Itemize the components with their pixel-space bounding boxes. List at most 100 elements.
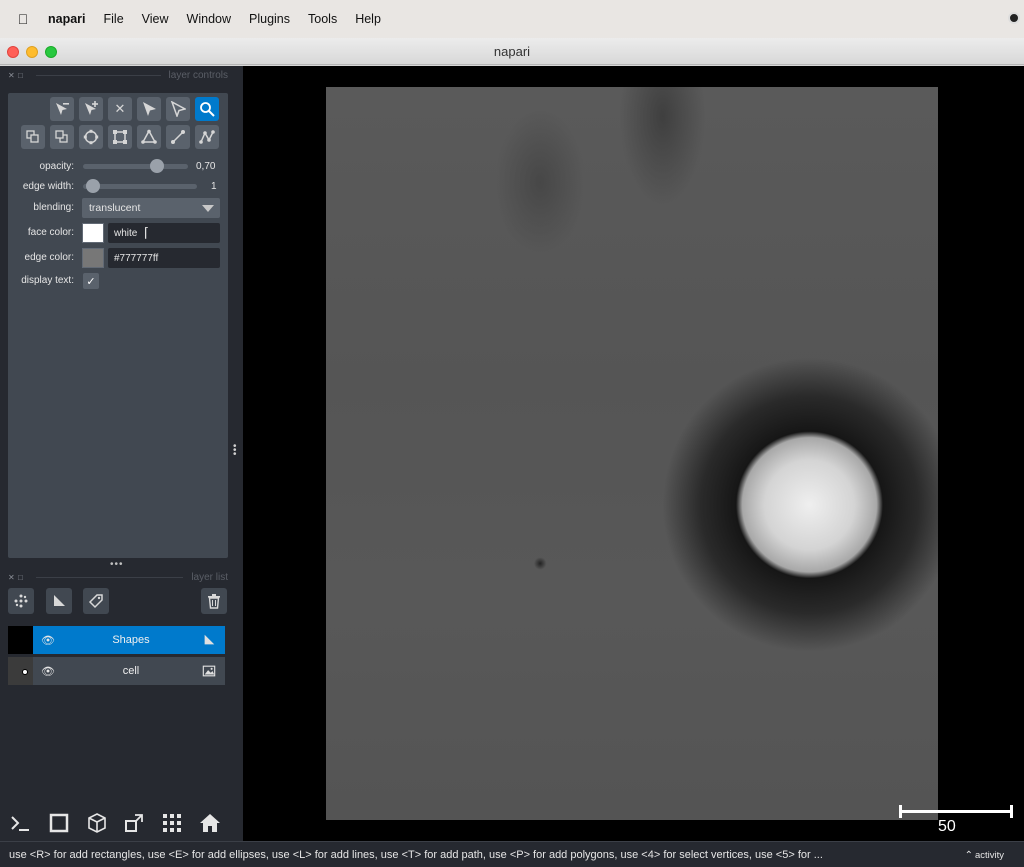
console-icon: [11, 816, 29, 831]
layer-thumbnail: [8, 657, 33, 685]
thumbnail-cell-dot: [22, 669, 28, 675]
scale-bar: [899, 805, 1013, 818]
menu-plugins[interactable]: Plugins: [240, 12, 299, 26]
add-rectangle-button[interactable]: [108, 125, 132, 149]
remove-vertex-icon: [56, 103, 69, 115]
layer-name[interactable]: cell: [63, 665, 225, 677]
face-color-value: white: [114, 227, 138, 239]
close-icon: ✕: [114, 101, 126, 116]
dock-resize-handle[interactable]: • • •: [233, 442, 237, 460]
layer-row-cell[interactable]: 👁 cell: [8, 657, 225, 685]
add-ellipse-button[interactable]: [79, 125, 103, 149]
layer-list-dock-title: ✕ □ layer list: [8, 570, 228, 584]
activity-button[interactable]: ⌃ activity: [965, 850, 1004, 861]
path-icon: [199, 130, 215, 144]
add-polygon-button[interactable]: [137, 125, 161, 149]
dock-close-icon[interactable]: ✕: [8, 71, 18, 80]
screen-record-icon[interactable]: [1008, 12, 1020, 24]
dock-float-icon[interactable]: □: [18, 573, 28, 582]
layer-row-body[interactable]: 👁 cell: [33, 657, 225, 685]
edge-width-value: 1: [211, 181, 217, 192]
chevron-down-icon: [202, 205, 214, 212]
cube-icon: [88, 813, 106, 833]
blending-dropdown[interactable]: translucent: [82, 198, 220, 218]
roll-dims-button[interactable]: [83, 809, 111, 837]
display-text-label: display text:: [21, 275, 74, 286]
home-button[interactable]: [196, 809, 224, 837]
cell-image: [326, 87, 938, 820]
ellipse-icon: [83, 129, 99, 145]
edge-color-label: edge color:: [24, 252, 74, 263]
pan-zoom-button[interactable]: [195, 97, 219, 121]
menu-file[interactable]: File: [95, 12, 133, 26]
menu-tools[interactable]: Tools: [299, 12, 346, 26]
image-layer-icon: [202, 665, 216, 677]
add-path-button[interactable]: [195, 125, 219, 149]
move-front-icon: [55, 130, 68, 143]
dock-title-label: layer controls: [168, 69, 228, 81]
edge-width-slider[interactable]: [83, 184, 197, 189]
app-menu[interactable]: napari: [46, 12, 95, 26]
delete-layer-button[interactable]: [201, 588, 227, 614]
dock-float-icon[interactable]: □: [18, 71, 28, 80]
edge-width-label: edge width:: [22, 181, 74, 192]
edge-color-swatch[interactable]: [82, 248, 104, 268]
new-labels-layer-button[interactable]: [83, 588, 109, 614]
delete-shape-button[interactable]: ✕: [108, 97, 132, 121]
face-color-input[interactable]: white ⌈: [108, 223, 220, 243]
viewer-canvas[interactable]: 50: [243, 66, 1024, 841]
layer-thumbnail: [8, 626, 33, 654]
line-icon: [171, 130, 185, 144]
console-button[interactable]: [6, 809, 34, 837]
eye-icon[interactable]: 👁: [33, 665, 63, 678]
opacity-slider-handle[interactable]: [149, 159, 164, 173]
layer-row-body[interactable]: 👁 Shapes: [33, 626, 225, 654]
rotate-icon: [125, 814, 143, 832]
menu-help[interactable]: Help: [346, 12, 390, 26]
display-text-checkbox[interactable]: ✓: [83, 273, 99, 289]
transpose-button[interactable]: [120, 809, 148, 837]
blending-label: blending:: [33, 202, 74, 213]
move-back-button[interactable]: [21, 125, 45, 149]
activity-label: activity: [974, 850, 1004, 861]
add-vertex-button[interactable]: [79, 97, 103, 121]
scale-bar-label: 50: [938, 818, 956, 835]
opacity-slider[interactable]: [83, 164, 188, 169]
text-cursor-icon: ⌈: [144, 225, 150, 240]
opacity-value: 0,70: [196, 161, 216, 172]
dock-close-icon[interactable]: ✕: [8, 573, 18, 582]
grid-view-button[interactable]: [158, 809, 186, 837]
move-front-button[interactable]: [50, 125, 74, 149]
checkmark-icon: ✓: [86, 275, 96, 288]
edge-color-value: #777777ff: [114, 252, 159, 264]
toggle-ndisplay-button[interactable]: [45, 809, 73, 837]
dock-title-divider: [36, 74, 161, 76]
delete-vertex-button[interactable]: [50, 97, 74, 121]
splitter-handle[interactable]: •••: [110, 559, 124, 570]
select-shape-button[interactable]: [137, 97, 161, 121]
status-message: use <R> for add rectangles, use <E> for …: [9, 848, 823, 861]
magnifier-icon: [200, 102, 215, 117]
window-title: napari: [493, 44, 531, 59]
edge-color-input[interactable]: #777777ff: [108, 248, 220, 268]
layer-name[interactable]: Shapes: [63, 634, 225, 646]
edge-width-slider-handle[interactable]: [86, 179, 100, 193]
shapes-icon: [54, 595, 65, 606]
layer-controls-dock-title: ✕ □ layer controls: [8, 68, 228, 82]
layer-row-shapes[interactable]: 👁 Shapes: [8, 626, 225, 654]
direct-select-button[interactable]: [166, 97, 190, 121]
face-color-swatch[interactable]: [82, 223, 104, 243]
menu-window[interactable]: Window: [178, 12, 240, 26]
new-shapes-layer-button[interactable]: [46, 588, 72, 614]
add-vertex-icon: [85, 101, 98, 115]
add-line-button[interactable]: [166, 125, 190, 149]
rectangle-icon: [113, 130, 127, 144]
left-dock: ✕ □ layer controls ✕ opacity: 0,70 edge …: [0, 66, 243, 841]
direct-select-icon: [170, 101, 186, 117]
dock-title-divider: [36, 576, 184, 578]
new-points-layer-button[interactable]: [8, 588, 34, 614]
apple-menu-icon[interactable]: : [0, 11, 46, 27]
menu-view[interactable]: View: [133, 12, 178, 26]
eye-icon[interactable]: 👁: [33, 634, 63, 647]
home-icon: [200, 814, 220, 832]
